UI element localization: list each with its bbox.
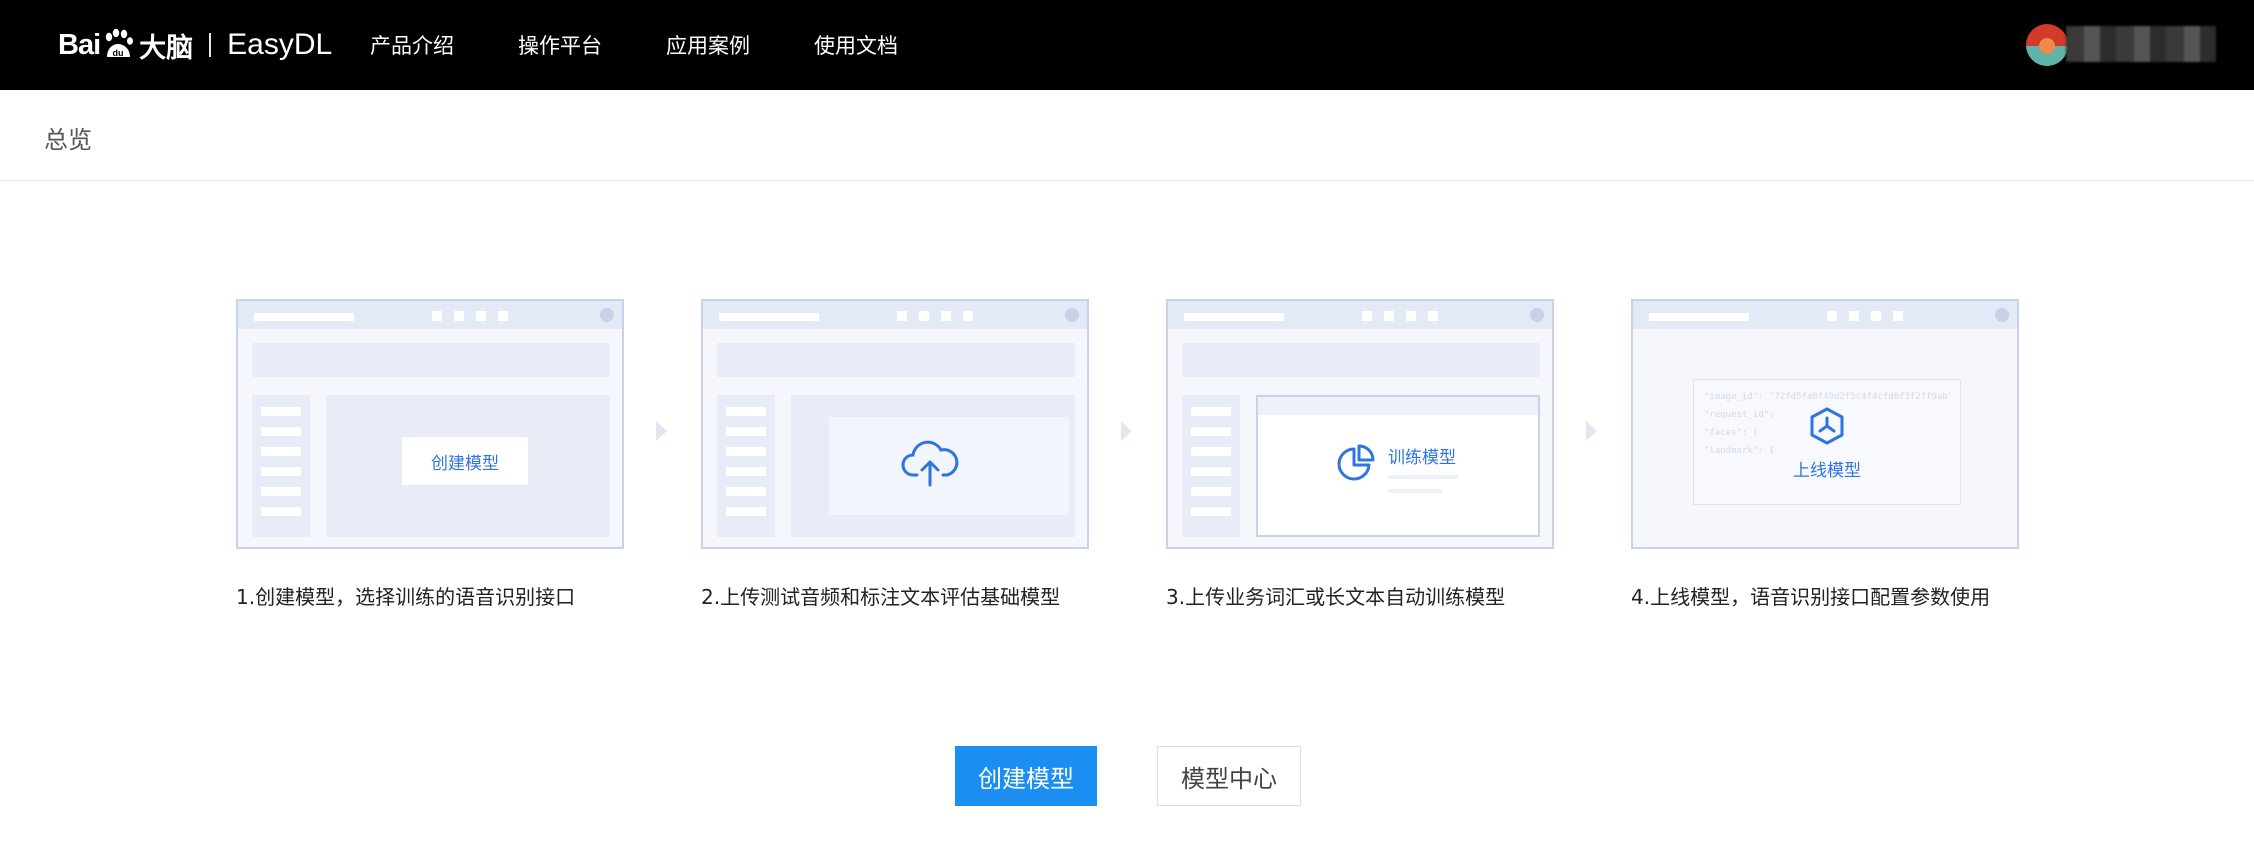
step-2-illustration <box>701 299 1089 549</box>
step-2-caption: 2.上传测试音频和标注文本评估基础模型 <box>701 585 1061 609</box>
step-arrow-3 <box>1586 421 1597 441</box>
page-title: 总览 <box>44 126 92 154</box>
top-navbar: Bai du 大脑 EasyDL 产品介绍 操作平台 应用案例 使用文档 <box>0 0 2254 90</box>
nav-item-docs[interactable]: 使用文档 <box>814 30 898 60</box>
pie-chart-icon <box>1337 444 1375 481</box>
create-model-button[interactable]: 创建模型 <box>955 746 1097 806</box>
step-arrow-2 <box>1121 421 1132 441</box>
user-avatar[interactable] <box>2026 24 2068 66</box>
step-1-card-label: 创建模型 <box>402 437 528 485</box>
main-nav: 产品介绍 操作平台 应用案例 使用文档 <box>370 0 962 90</box>
nav-item-platform[interactable]: 操作平台 <box>518 30 602 60</box>
breadcrumb-bar: 总览 <box>0 90 2254 181</box>
step-1-caption: 1.创建模型，选择训练的语音识别接口 <box>236 585 576 609</box>
baidu-paw-icon: du <box>101 28 135 62</box>
logo-divider <box>209 33 212 57</box>
baidu-easydl-logo[interactable]: Bai du 大脑 EasyDL <box>58 22 332 68</box>
step-4-illustration: "image_id": "72fd5fa8f49d2f5c4f4cfd8f3f2… <box>1631 299 2019 549</box>
step-4-card-label: 上线模型 <box>1793 461 1861 481</box>
model-center-button[interactable]: 模型中心 <box>1157 746 1301 806</box>
logo-product-text: EasyDL <box>227 28 333 61</box>
step-3-card-label: 训练模型 <box>1388 448 1456 468</box>
model-hexagon-icon <box>1810 407 1844 445</box>
nav-item-cases[interactable]: 应用案例 <box>666 30 750 60</box>
step-1-illustration: 创建模型 <box>236 299 624 549</box>
username-redacted[interactable] <box>2066 26 2216 62</box>
nav-item-product-intro[interactable]: 产品介绍 <box>370 30 454 60</box>
step-3-illustration: 训练模型 <box>1166 299 1554 549</box>
logo-brain-text: 大脑 <box>139 32 194 64</box>
cloud-upload-icon <box>901 440 959 487</box>
step-arrow-1 <box>656 421 667 441</box>
logo-bai-text: Bai <box>58 28 101 61</box>
logo-du-text: du <box>113 48 124 58</box>
step-3-caption: 3.上传业务词汇或长文本自动训练模型 <box>1166 585 1506 609</box>
step-4-caption: 4.上线模型，语音识别接口配置参数使用 <box>1631 585 1991 609</box>
